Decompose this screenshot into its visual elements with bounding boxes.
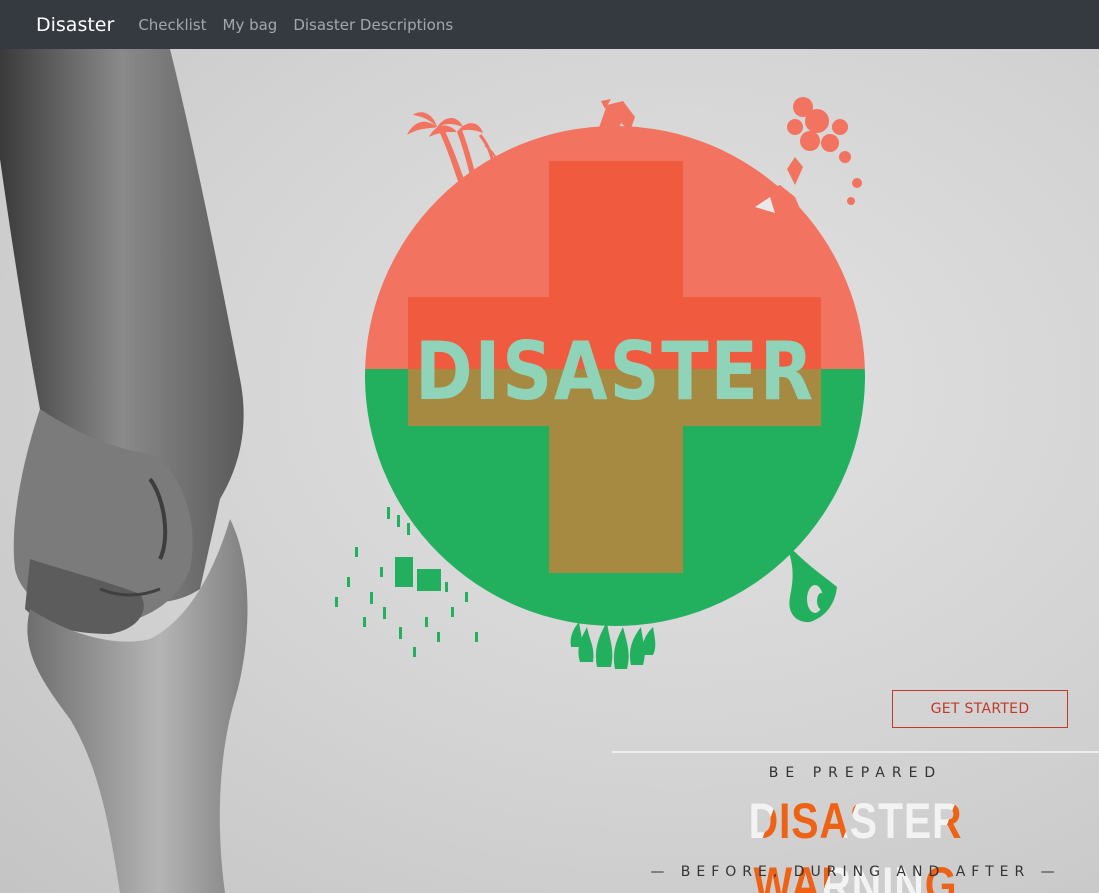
nav-link-my-bag[interactable]: My bag (223, 16, 278, 34)
navbar: Disaster Checklist My bag Disaster Descr… (0, 0, 1099, 49)
logo-text: DISASTER (415, 325, 815, 418)
hero-section: DISASTER GET STARTED BE PREPARED DISASTE… (0, 49, 1099, 893)
nav-link-disaster-descriptions[interactable]: Disaster Descriptions (293, 16, 453, 34)
subline: — BEFORE, DURING AND AFTER — (650, 864, 1061, 880)
tornado-icon (787, 547, 837, 623)
navbar-brand[interactable]: Disaster (36, 14, 114, 36)
divider (612, 751, 1099, 753)
hands-image (0, 49, 248, 893)
tagline: BE PREPARED (768, 765, 943, 781)
get-started-button[interactable]: GET STARTED (892, 690, 1068, 728)
disaster-logo: DISASTER (335, 97, 865, 669)
wildfire-icon (570, 622, 656, 669)
nav-link-checklist[interactable]: Checklist (138, 16, 206, 34)
